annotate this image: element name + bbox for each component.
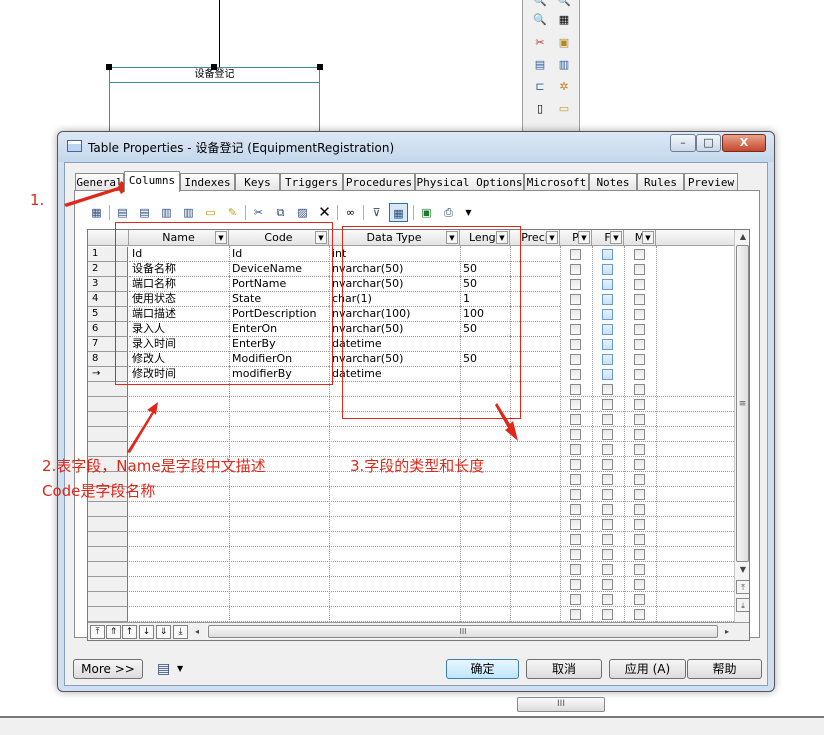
arrow-3 [495, 403, 518, 441]
arrow-2 [127, 402, 158, 453]
annotation-arrows [64, 181, 518, 453]
arrow-1 [64, 181, 131, 207]
tab-columns[interactable]: Columns [124, 171, 180, 192]
